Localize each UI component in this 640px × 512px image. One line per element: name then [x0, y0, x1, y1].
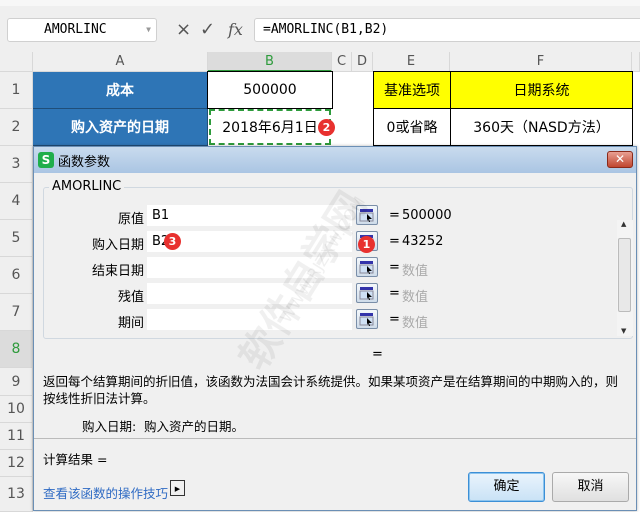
step-badge-2: 2 — [318, 119, 335, 136]
row-header-5[interactable]: 5 — [0, 220, 33, 257]
help-link[interactable]: 查看该函数的操作技巧 — [43, 483, 168, 502]
param-result-date-purchased: 43252 — [402, 234, 444, 249]
dialog-title: 函数参数 — [58, 154, 111, 170]
param-label-period: 期间 — [117, 316, 144, 331]
step-badge-1: 1 — [358, 236, 375, 253]
column-header-d[interactable]: D — [352, 52, 373, 72]
row-header-11[interactable]: 11 — [0, 423, 33, 450]
range-select-icon[interactable] — [356, 205, 378, 225]
row-header-1[interactable]: 1 — [0, 72, 33, 109]
name-box[interactable]: AMORLINC ▼ — [7, 18, 157, 42]
overall-equals: = — [372, 347, 383, 362]
equals-sign: = — [389, 286, 400, 301]
fx-icon[interactable]: fx — [228, 18, 243, 42]
arguments-group: 原值 B1 = 500000 购入日期 B2 = 43252 结束日期 = 数值… — [43, 187, 633, 339]
row-header-2[interactable]: 2 — [0, 109, 33, 146]
row-header-8[interactable]: 8 — [0, 331, 33, 368]
row-header-4[interactable]: 4 — [0, 183, 33, 220]
cell-f1[interactable]: 日期系统 — [450, 71, 633, 109]
function-description: 返回每个结算期间的折旧值，该函数为法国会计系统提供。如果某项资产是在结算期间的中… — [43, 374, 619, 406]
row-header-7[interactable]: 7 — [0, 294, 33, 331]
param-input-salvage[interactable] — [147, 283, 352, 304]
scroll-up-icon[interactable]: ▲ — [621, 220, 626, 228]
param-result-cost: 500000 — [402, 208, 452, 223]
param-description-label: 购入日期: — [82, 419, 137, 434]
column-header-b[interactable]: B — [208, 52, 332, 72]
confirm-icon[interactable]: ✓ — [200, 18, 215, 42]
param-input-period[interactable] — [147, 309, 352, 330]
equals-sign: = — [389, 234, 400, 249]
row-header-13[interactable]: 13 — [0, 477, 33, 512]
equals-sign: = — [389, 260, 400, 275]
scroll-thumb[interactable] — [618, 238, 631, 312]
equals-sign: = — [389, 312, 400, 327]
cancel-icon[interactable]: × — [176, 18, 191, 42]
param-label-first-period: 结束日期 — [91, 264, 144, 279]
function-arguments-dialog: S 函数参数 ✕ 原值 B1 = 500000 购入日期 B2 = 43252 … — [33, 146, 637, 511]
cell-a2[interactable]: 购入资产的日期 — [33, 109, 208, 146]
cell-b2[interactable]: 2018年6月1日 — [209, 109, 331, 145]
param-result-salvage: 数值 — [402, 290, 429, 305]
select-all-corner[interactable] — [0, 52, 33, 72]
param-label-salvage: 残值 — [117, 290, 144, 305]
equals-sign: = — [389, 208, 400, 223]
close-button[interactable]: ✕ — [607, 151, 633, 168]
param-label-cost: 原值 — [117, 212, 144, 227]
formula-input[interactable]: =AMORLINC(B1,B2) — [254, 18, 640, 42]
function-name: AMORLINC — [49, 179, 125, 194]
param-input-cost[interactable]: B1 — [147, 205, 352, 226]
column-header-a[interactable]: A — [33, 52, 208, 72]
row-header-3[interactable]: 3 — [0, 146, 33, 183]
row-header-10[interactable]: 10 — [0, 396, 33, 423]
wps-logo-icon: S — [38, 152, 54, 168]
chevron-down-icon[interactable]: ▼ — [146, 19, 151, 41]
column-header-g[interactable] — [632, 52, 640, 72]
step-badge-3: 3 — [164, 233, 181, 250]
column-header-e[interactable]: E — [373, 52, 450, 72]
video-icon[interactable]: ▶ — [170, 480, 185, 496]
cell-e2[interactable]: 0或省略 — [373, 108, 451, 146]
result-label: 计算结果 = — [43, 452, 108, 467]
cell-b1[interactable]: 500000 — [207, 71, 333, 109]
row-header-6[interactable]: 6 — [0, 257, 33, 294]
param-result-first-period: 数值 — [402, 264, 429, 279]
param-input-first-period[interactable] — [147, 257, 352, 278]
name-box-value: AMORLINC — [44, 22, 107, 37]
cancel-button[interactable]: 取消 — [552, 472, 629, 502]
row-header-9[interactable]: 9 — [0, 368, 33, 396]
range-select-icon[interactable] — [356, 283, 378, 303]
divider — [34, 438, 636, 439]
params-scrollbar[interactable]: ▲ ▼ — [617, 220, 633, 336]
column-header-f[interactable]: F — [450, 52, 632, 72]
row-header-12[interactable]: 12 — [0, 450, 33, 477]
cell-f2[interactable]: 360天（NASD方法） — [450, 108, 633, 146]
range-select-icon[interactable] — [356, 309, 378, 329]
range-select-icon[interactable] — [356, 257, 378, 277]
ok-button[interactable]: 确定 — [468, 472, 545, 502]
cell-a1[interactable]: 成本 — [33, 72, 208, 109]
cell-e1[interactable]: 基准选项 — [373, 71, 451, 109]
dialog-titlebar[interactable]: S 函数参数 — [34, 147, 636, 173]
column-header-c[interactable]: C — [332, 52, 352, 72]
param-description: 购入资产的日期。 — [144, 419, 245, 434]
param-result-period: 数值 — [402, 316, 429, 331]
scroll-down-icon[interactable]: ▼ — [621, 327, 626, 335]
param-label-date-purchased: 购入日期 — [91, 238, 144, 253]
